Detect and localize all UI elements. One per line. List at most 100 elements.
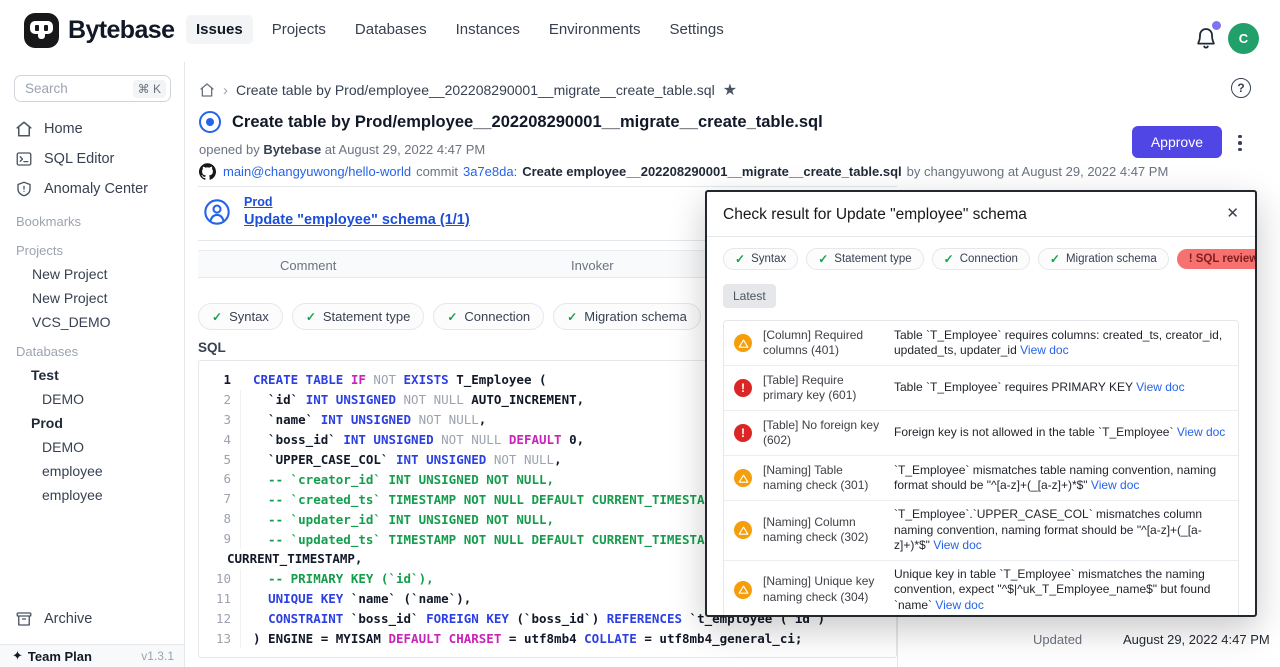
sidebar-item-employee[interactable]: employee [0,459,184,483]
field-value: August 29, 2022 4:47 PM [1123,632,1270,647]
more-actions-icon[interactable] [1233,130,1247,156]
brand[interactable]: Bytebase [24,13,174,48]
sidebar-item-sql-editor[interactable]: SQL Editor [0,144,184,174]
check-label: Migration schema [1066,253,1157,265]
check-icon: ✓ [447,310,457,324]
column-header-invoker: Invoker [571,258,614,273]
check-icon: ✓ [735,252,745,266]
sidebar-item-new-project[interactable]: New Project [0,262,184,286]
sidebar-item-archive[interactable]: Archive [0,604,184,634]
check-pass-badge[interactable]: ✓ Migration schema [1038,248,1169,270]
approve-button[interactable]: Approve [1132,126,1222,158]
stage-task-link[interactable]: Update "employee" schema (1/1) [244,212,470,228]
sidebar-item-employee[interactable]: employee [0,483,184,507]
sidebar-item-home[interactable]: Home [0,114,184,144]
check-pass-badge[interactable]: ✓Connection [433,303,544,330]
sidebar-item-anomaly-center[interactable]: Anomaly Center [0,174,184,204]
check-pass-badge[interactable]: ✓Syntax [723,248,798,270]
check-icon: ✓ [944,252,954,266]
star-icon[interactable]: ★ [723,80,737,100]
check-icon: ✓ [1050,252,1060,266]
check-label: Migration schema [584,309,687,324]
line-number: 7 [199,489,241,509]
sidebar-item-new-project[interactable]: New Project [0,286,184,310]
line-number: 11 [199,589,241,609]
brand-name: Bytebase [68,16,174,45]
commit-line: main@changyuwong/hello-world commit 3a7e… [199,163,1168,180]
check-pass-badge[interactable]: ✓ Connection [932,248,1030,270]
view-doc-link[interactable]: View doc [1091,478,1139,492]
sidebar-item-demo[interactable]: DEMO [0,387,184,411]
close-icon[interactable]: ✕ [1226,204,1239,222]
check-pass-badge[interactable]: ✓Statement type [292,303,425,330]
view-doc-link[interactable]: View doc [933,538,981,552]
commit-byline: by changyuwong at August 29, 2022 4:47 P… [907,164,1169,179]
anomaly-center-icon [15,180,33,198]
view-doc-link[interactable]: View doc [1177,425,1225,439]
code-text: ) ENGINE = MYISAM DEFAULT CHARSET = utf8… [241,631,802,646]
archive-icon [15,610,33,628]
code-text: -- `creator_id` INT UNSIGNED NOT NULL, [241,472,554,487]
rule-description: `T_Employee` mismatches table naming con… [894,463,1228,494]
latest-button[interactable]: Latest [723,284,776,308]
check-label: Connection [960,253,1018,265]
code-text: `name` INT UNSIGNED NOT NULL, [241,412,486,427]
home-icon[interactable] [199,82,215,98]
rule-name: [Column] Required columns (401) [763,328,883,359]
code-text: -- PRIMARY KEY (`id`), [241,571,434,586]
sidebar-section-databases: Databases [0,334,184,363]
sidebar-item-label: Home [44,121,83,137]
commit-hash-link[interactable]: 3a7e8da: [463,164,517,179]
sidebar-item-label: SQL Editor [44,151,114,167]
rule-name: [Naming] Table naming check (301) [763,463,883,494]
rule-name: [Table] Require primary key (601) [763,373,883,404]
check-result-row: ![Table] No foreign key (602)Foreign key… [724,410,1238,455]
help-button[interactable]: ? [1231,78,1251,98]
rule-name: [Naming] Column naming check (302) [763,515,883,546]
search-input[interactable] [15,81,133,96]
avatar[interactable]: C [1228,23,1259,54]
nav-item-instances[interactable]: Instances [446,15,530,44]
check-fail-badge[interactable]: ! SQL review [1177,249,1257,269]
search-shortcut: ⌘ K [133,80,166,98]
sidebar-section-bookmarks: Bookmarks [0,204,184,233]
line-number: 1 [199,370,241,390]
code-text: -- `updater_id` INT UNSIGNED NOT NULL, [241,512,554,527]
notifications-button[interactable] [1194,26,1218,50]
sidebar-item-test[interactable]: Test [0,363,184,387]
nav-item-environments[interactable]: Environments [539,15,651,44]
warning-icon [734,469,752,487]
check-label: Statement type [834,253,911,265]
nav-item-settings[interactable]: Settings [660,15,734,44]
nav-item-databases[interactable]: Databases [345,15,437,44]
view-doc-link[interactable]: View doc [1136,380,1184,394]
sidebar-item-vcs-demo[interactable]: VCS_DEMO [0,310,184,334]
plan-bar[interactable]: ✦ Team Plan v1.3.1 [0,644,184,667]
line-number: 9 [199,529,241,549]
check-result-row: [Naming] Unique key naming check (304)Un… [724,560,1238,618]
sidebar-item-demo[interactable]: DEMO [0,435,184,459]
error-icon: ! [734,424,752,442]
commit-message: Create employee__202208290001__migrate__… [522,164,901,179]
bytebase-logo-icon [24,13,59,48]
sidebar-item-prod[interactable]: Prod [0,411,184,435]
check-pass-badge[interactable]: ✓Syntax [198,303,283,330]
check-pass-badge[interactable]: ✓ Statement type [806,248,923,270]
issue-opened-line: opened by Bytebase at August 29, 2022 4:… [199,142,485,157]
code-text: UNIQUE KEY `name` (`name`), [241,591,471,606]
check-icon: ✓ [818,252,828,266]
view-doc-link[interactable]: View doc [1020,343,1068,357]
check-result-row: [Naming] Table naming check (301) `T_Empl… [724,455,1238,500]
nav-item-projects[interactable]: Projects [262,15,336,44]
code-text: `UPPER_CASE_COL` INT UNSIGNED NOT NULL, [241,452,562,467]
check-pass-badge[interactable]: ✓Migration schema [553,303,701,330]
breadcrumb: › Create table by Prod/employee__2022082… [199,80,737,100]
view-doc-link[interactable]: View doc [935,598,983,612]
nav-item-issues[interactable]: Issues [186,15,253,44]
commit-branch-link[interactable]: main@changyuwong/hello-world [223,164,411,179]
check-label: ! SQL review [1189,253,1257,265]
stage-person-icon [203,198,231,226]
sql-label: SQL [198,340,226,355]
search-box[interactable]: ⌘ K [14,75,171,102]
stage-environment-link[interactable]: Prod [244,195,470,209]
